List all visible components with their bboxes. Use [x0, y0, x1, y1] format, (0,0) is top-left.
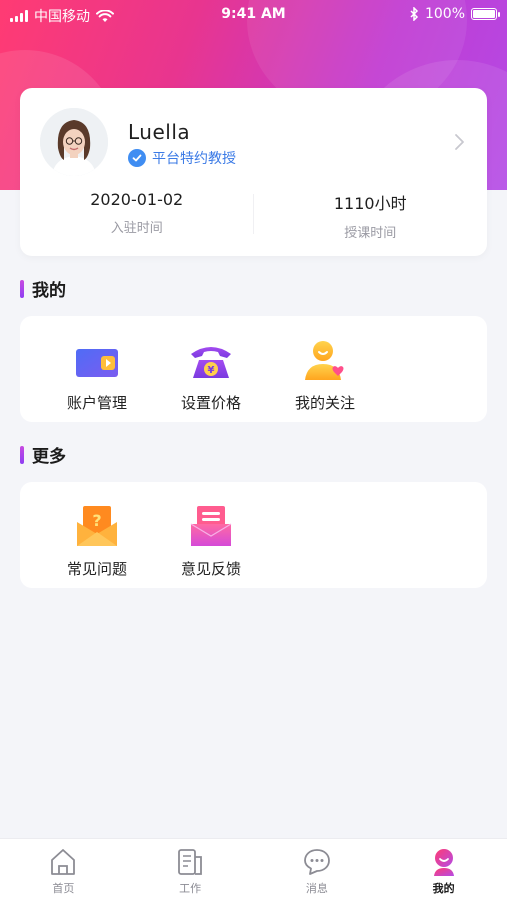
stat-teaching-hours: 1110小时 授课时间 [254, 188, 488, 244]
work-icon [174, 846, 206, 878]
battery-icon [471, 8, 500, 20]
menu-item-faq[interactable]: ? 常见问题 [40, 482, 154, 579]
title-badge-label: 平台特约教授 [152, 151, 236, 167]
stat-join-date: 2020-01-02 入驻时间 [20, 188, 254, 244]
verified-icon [128, 149, 146, 167]
svg-text:?: ? [92, 511, 101, 530]
stat-value: 2020-01-02 [90, 190, 184, 209]
bottom-tab-bar: 首页 工作 消息 我的 [0, 838, 507, 900]
phone-price-icon: ¥ [187, 336, 235, 382]
more-menu-card: ? 常见问题 意见反馈 [20, 482, 487, 588]
svg-text:¥: ¥ [208, 365, 215, 376]
battery-percent: 100% [424, 6, 465, 22]
section-accent-bar [20, 279, 24, 298]
tab-label: 首页 [52, 882, 75, 895]
tab-label: 工作 [179, 882, 202, 895]
feedback-icon [187, 502, 235, 548]
profile-card[interactable]: Luella 平台特约教授 2020-01-02 入驻时间 1110小时 授课时… [20, 88, 487, 256]
stat-label: 授课时间 [344, 226, 397, 241]
tab-mine[interactable]: 我的 [380, 839, 507, 900]
mine-menu-card: 账户管理 ¥ 设置价格 我的关注 [20, 316, 487, 422]
user-name: Luella [128, 120, 191, 144]
menu-item-label: 我的关注 [294, 394, 355, 412]
section-accent-bar [20, 445, 24, 464]
menu-item-following[interactable]: 我的关注 [268, 316, 382, 413]
status-bar: 中国移动 9:41 AM 100% [0, 0, 507, 28]
menu-item-account[interactable]: 账户管理 [40, 316, 154, 413]
avatar[interactable] [40, 108, 108, 176]
tab-work[interactable]: 工作 [127, 839, 254, 900]
user-heart-icon [301, 336, 349, 382]
tab-home[interactable]: 首页 [0, 839, 127, 900]
tab-messages[interactable]: 消息 [254, 839, 381, 900]
section-title-label: 更多 [32, 447, 66, 467]
profile-icon [428, 846, 460, 878]
section-title-label: 我的 [32, 281, 66, 301]
section-title-more: 更多 [20, 442, 66, 467]
message-icon [301, 846, 333, 878]
chevron-right-icon[interactable] [453, 132, 467, 152]
menu-item-feedback[interactable]: 意见反馈 [154, 482, 268, 579]
menu-item-set-price[interactable]: ¥ 设置价格 [154, 316, 268, 413]
menu-item-label: 意见反馈 [180, 560, 241, 578]
question-envelope-icon: ? [73, 502, 121, 548]
tab-label: 我的 [432, 882, 455, 895]
wallet-icon [73, 336, 121, 382]
stats-divider [253, 194, 254, 234]
menu-item-label: 设置价格 [180, 394, 241, 412]
section-title-mine: 我的 [20, 276, 66, 301]
menu-item-label: 账户管理 [66, 394, 127, 412]
home-icon [47, 846, 79, 878]
menu-item-label: 常见问题 [66, 560, 127, 578]
title-badge: 平台特约教授 [128, 148, 236, 168]
stat-value: 1110小时 [333, 194, 407, 213]
bluetooth-icon [410, 7, 419, 21]
tab-label: 消息 [305, 882, 328, 895]
stat-label: 入驻时间 [110, 221, 163, 236]
